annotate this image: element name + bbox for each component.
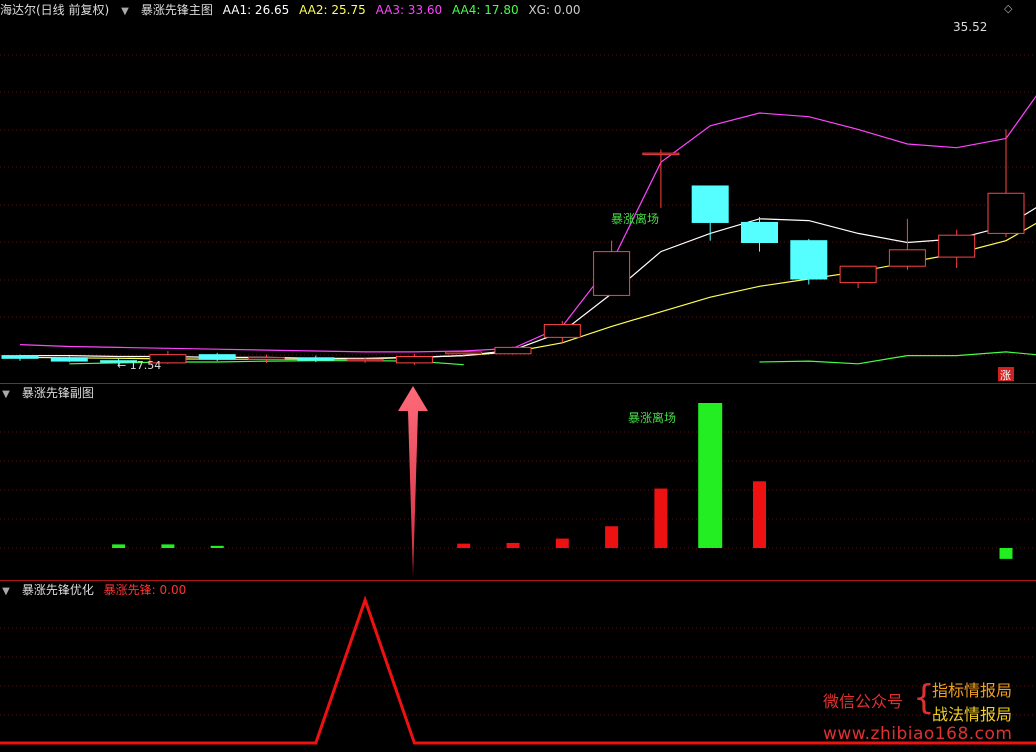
candle-body bbox=[938, 234, 976, 258]
candle-body bbox=[691, 185, 729, 223]
sub-bar bbox=[457, 543, 471, 548]
aa3-line bbox=[19, 95, 1036, 353]
aa1-line bbox=[20, 207, 1036, 359]
sub-bar bbox=[112, 544, 126, 548]
candle-body bbox=[543, 324, 581, 338]
high-price-label: 35.52 bbox=[953, 20, 987, 34]
candle-body bbox=[395, 355, 433, 364]
stock-chart[interactable]: 35.52 ← 17.54 暴涨离场 暴涨离场 涨 bbox=[0, 0, 1036, 752]
candle-body bbox=[839, 265, 877, 284]
low-price-label: ← 17.54 bbox=[117, 359, 161, 372]
sub-bar bbox=[161, 544, 175, 548]
buy-signal-arrow bbox=[398, 386, 428, 577]
candle-body bbox=[494, 346, 532, 355]
candle-body bbox=[790, 240, 828, 280]
opt-signal-line bbox=[0, 595, 1036, 745]
main-signal-text: 暴涨离场 bbox=[611, 211, 659, 226]
sub-bar bbox=[210, 545, 224, 548]
candle-body bbox=[741, 221, 778, 244]
watermark-name-2: 战法情报局 bbox=[932, 705, 1013, 724]
candle-body bbox=[1, 355, 39, 359]
sub-bar bbox=[753, 481, 766, 548]
watermark-site: www.zhibiao168.com bbox=[823, 724, 1013, 744]
sub-bar bbox=[555, 538, 569, 548]
sub-signal-text: 暴涨离场 bbox=[628, 410, 676, 425]
candle-body bbox=[445, 351, 483, 355]
candle-body bbox=[297, 357, 335, 361]
candle-body bbox=[248, 356, 285, 360]
aa4-line bbox=[759, 351, 1036, 365]
candle-body bbox=[642, 152, 680, 156]
candle-body bbox=[593, 251, 631, 296]
candle-body bbox=[987, 192, 1025, 234]
aa2-line bbox=[19, 222, 1036, 360]
candle-body bbox=[198, 354, 236, 360]
candle-body bbox=[888, 249, 926, 267]
sub-bar bbox=[506, 542, 520, 548]
sub-bar bbox=[605, 526, 619, 548]
watermark-name-1: 指标情报局 bbox=[932, 681, 1013, 700]
candle-body bbox=[346, 358, 384, 362]
candle-body bbox=[50, 357, 88, 362]
rise-tag: 涨 bbox=[1000, 369, 1011, 382]
sub-bar bbox=[999, 548, 1013, 559]
grid-lines bbox=[0, 54, 1036, 716]
sub-bar bbox=[698, 403, 723, 548]
watermark-label: 微信公众号 bbox=[823, 692, 904, 711]
sub-bar bbox=[654, 488, 668, 548]
